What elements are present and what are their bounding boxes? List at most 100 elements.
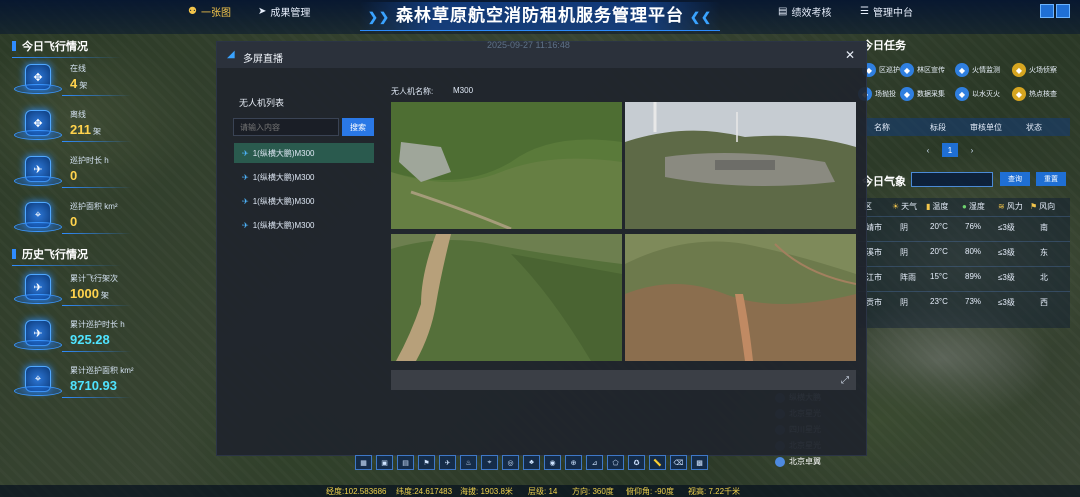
weather-col-direction-label: 风向: [1039, 202, 1056, 211]
task-icon: ◆: [900, 87, 914, 101]
task-button[interactable]: ◆ 热点核查: [1012, 86, 1057, 102]
video-feed-3[interactable]: [391, 234, 622, 361]
nav-admin-label: 管理中台: [872, 7, 913, 19]
nav-one-map[interactable]: ⚉ 一张图: [188, 4, 231, 19]
task-label: 热点核查: [1029, 91, 1057, 98]
ruler-icon[interactable]: 📏: [649, 455, 666, 470]
task-button[interactable]: ◆ 火情监测: [955, 62, 1000, 78]
task-button[interactable]: ◆ 以水灭火: [955, 86, 1000, 102]
measure-icon[interactable]: ⊿: [586, 455, 603, 470]
stat-underline: [62, 397, 132, 398]
weather-cell: 阵雨: [900, 273, 916, 282]
fullscreen-icon[interactable]: ⤢: [841, 375, 849, 386]
nav-admin[interactable]: ☰ 管理中台: [860, 4, 913, 19]
document-icon: ▤: [778, 5, 788, 17]
nav-results[interactable]: ➤ 成果管理: [258, 4, 310, 19]
weather-row[interactable]: 溪市 阴 20°C 80% ≤3级 东: [858, 241, 1070, 262]
target-icon[interactable]: ◎: [502, 455, 519, 470]
cube-icon[interactable]: ▩: [691, 455, 708, 470]
fullscreen-icon[interactable]: [1056, 4, 1070, 18]
stat-number: 8710.93: [70, 378, 117, 393]
plane-icon[interactable]: ✈: [439, 455, 456, 470]
stat-unit: 架: [79, 81, 88, 90]
drone-icon: ✈: [242, 220, 249, 230]
weather-search-input[interactable]: [911, 172, 993, 187]
tree-icon[interactable]: ♣: [523, 455, 540, 470]
uav-search-input[interactable]: [233, 118, 339, 136]
grid-icon[interactable]: ▤: [397, 455, 414, 470]
database-icon: ☰: [860, 5, 869, 17]
close-icon[interactable]: ✕: [845, 48, 855, 62]
stat-icon-base: [14, 130, 62, 140]
pin-icon[interactable]: ⌖: [481, 455, 498, 470]
weather-row[interactable]: 江市 阵雨 15°C 89% ≤3级 北: [858, 266, 1070, 287]
task-table-header: 名称 标段 审核单位 状态: [860, 118, 1070, 136]
status-height: 视高: 7.22千米: [688, 487, 741, 496]
stat-unit: 架: [92, 127, 101, 136]
history-flight-title: 历史飞行情况: [12, 246, 122, 266]
layers-icon[interactable]: ▦: [355, 455, 372, 470]
stat-card: ⌖ 巡护面积 km² 0: [10, 196, 132, 236]
weather-cell: 靖市: [866, 223, 882, 232]
task-button[interactable]: ◆ 数据采集: [900, 86, 945, 102]
weather-query-button[interactable]: 查询: [1000, 172, 1030, 186]
top-bar: ⚉ 一张图 ➤ 成果管理 ❯❯ 森林草原航空消防租机服务管理平台 ❮❮ ▤ 绩效考核…: [0, 0, 1080, 34]
uav-list-item-label: 1(纵横大鹏)M300: [252, 148, 315, 158]
eraser-icon[interactable]: ⌫: [670, 455, 687, 470]
modal-title: 多屏直播: [243, 54, 283, 65]
video-feed-4[interactable]: [625, 234, 856, 361]
sun-icon: ☀: [892, 202, 900, 211]
stat-label: 累计巡护面积 km²: [70, 366, 134, 375]
stat-icon-wrap: ⌖: [14, 364, 62, 396]
task-button[interactable]: ◆ 区巡护: [862, 62, 900, 78]
weather-cell: ≤3级: [998, 273, 1015, 282]
nav-performance[interactable]: ▤ 绩效考核: [778, 4, 831, 19]
stat-underline: [62, 233, 132, 234]
locate-icon[interactable]: ◉: [544, 455, 561, 470]
weather-cell: 阴: [900, 298, 908, 307]
weather-row[interactable]: 靖市 阴 20°C 76% ≤3级 南: [858, 216, 1070, 237]
stat-card: ✈ 巡护时长 h 0: [10, 150, 132, 190]
video-feed-3-image: [391, 234, 622, 361]
status-alt: 海拔: 1903.8米: [460, 487, 513, 496]
status-bar: 经度:102.583686 纬度:24.617483 海拔: 1903.8米 层…: [0, 485, 1080, 497]
stat-value: 4架: [70, 76, 87, 91]
pager-next-button[interactable]: ›: [964, 143, 980, 157]
stat-icon-wrap: ✥: [14, 108, 62, 140]
flag-icon[interactable]: ⚑: [418, 455, 435, 470]
task-col-status: 状态: [1026, 123, 1042, 132]
send-icon: ➤: [258, 5, 267, 17]
weather-cell: 贡市: [866, 298, 882, 307]
weather-cell: 南: [1040, 223, 1048, 232]
weather-reset-button[interactable]: 重置: [1036, 172, 1066, 186]
stat-number: 0: [70, 168, 78, 183]
compass-icon[interactable]: ✪: [628, 455, 645, 470]
settings-icon[interactable]: [1040, 4, 1054, 18]
globe-icon[interactable]: ⊕: [565, 455, 582, 470]
weather-row[interactable]: 贡市 阴 23°C 73% ≤3级 西: [858, 291, 1070, 312]
polygon-icon[interactable]: ⬠: [607, 455, 624, 470]
uav-list-item[interactable]: ✈ 1(纵横大鹏)M300: [234, 143, 374, 163]
legend-active-item[interactable]: 北京卓翼: [775, 456, 821, 467]
pager-prev-button[interactable]: ‹: [920, 143, 936, 157]
weather-cell: 80%: [965, 247, 982, 256]
video-feed-2[interactable]: [625, 102, 856, 229]
uav-list-item[interactable]: ✈ 1(纵横大鹏)M300: [234, 191, 374, 211]
pager-current-page[interactable]: 1: [942, 143, 958, 157]
uav-list-item[interactable]: ✈ 1(纵横大鹏)M300: [234, 167, 374, 187]
multi-screen-live-modal: ◢ 多屏直播 2025-09-27 11:16:48 ✕ 无人机列表 搜索 ✈1…: [216, 40, 867, 456]
title-bar: [12, 41, 16, 51]
video-control-bar: [391, 370, 856, 390]
task-button[interactable]: ◆ 火场侦察: [1012, 62, 1057, 78]
uav-list-item[interactable]: ✈ 1(纵横大鹏)M300: [234, 215, 374, 235]
task-button[interactable]: ◆ 林区宣传: [900, 62, 945, 78]
stat-card: ✥ 离线 211 架: [10, 104, 132, 144]
map-icon[interactable]: ▣: [376, 455, 393, 470]
weather-cell: 东: [1040, 248, 1048, 257]
task-col-name: 名称: [874, 123, 890, 132]
fire-icon[interactable]: ♨: [460, 455, 477, 470]
weather-col-wind-label: 风力: [1006, 202, 1023, 211]
uav-search-button[interactable]: 搜索: [342, 118, 374, 136]
weather-col-weather-label: 天气: [901, 202, 918, 211]
video-feed-1[interactable]: [391, 102, 622, 229]
